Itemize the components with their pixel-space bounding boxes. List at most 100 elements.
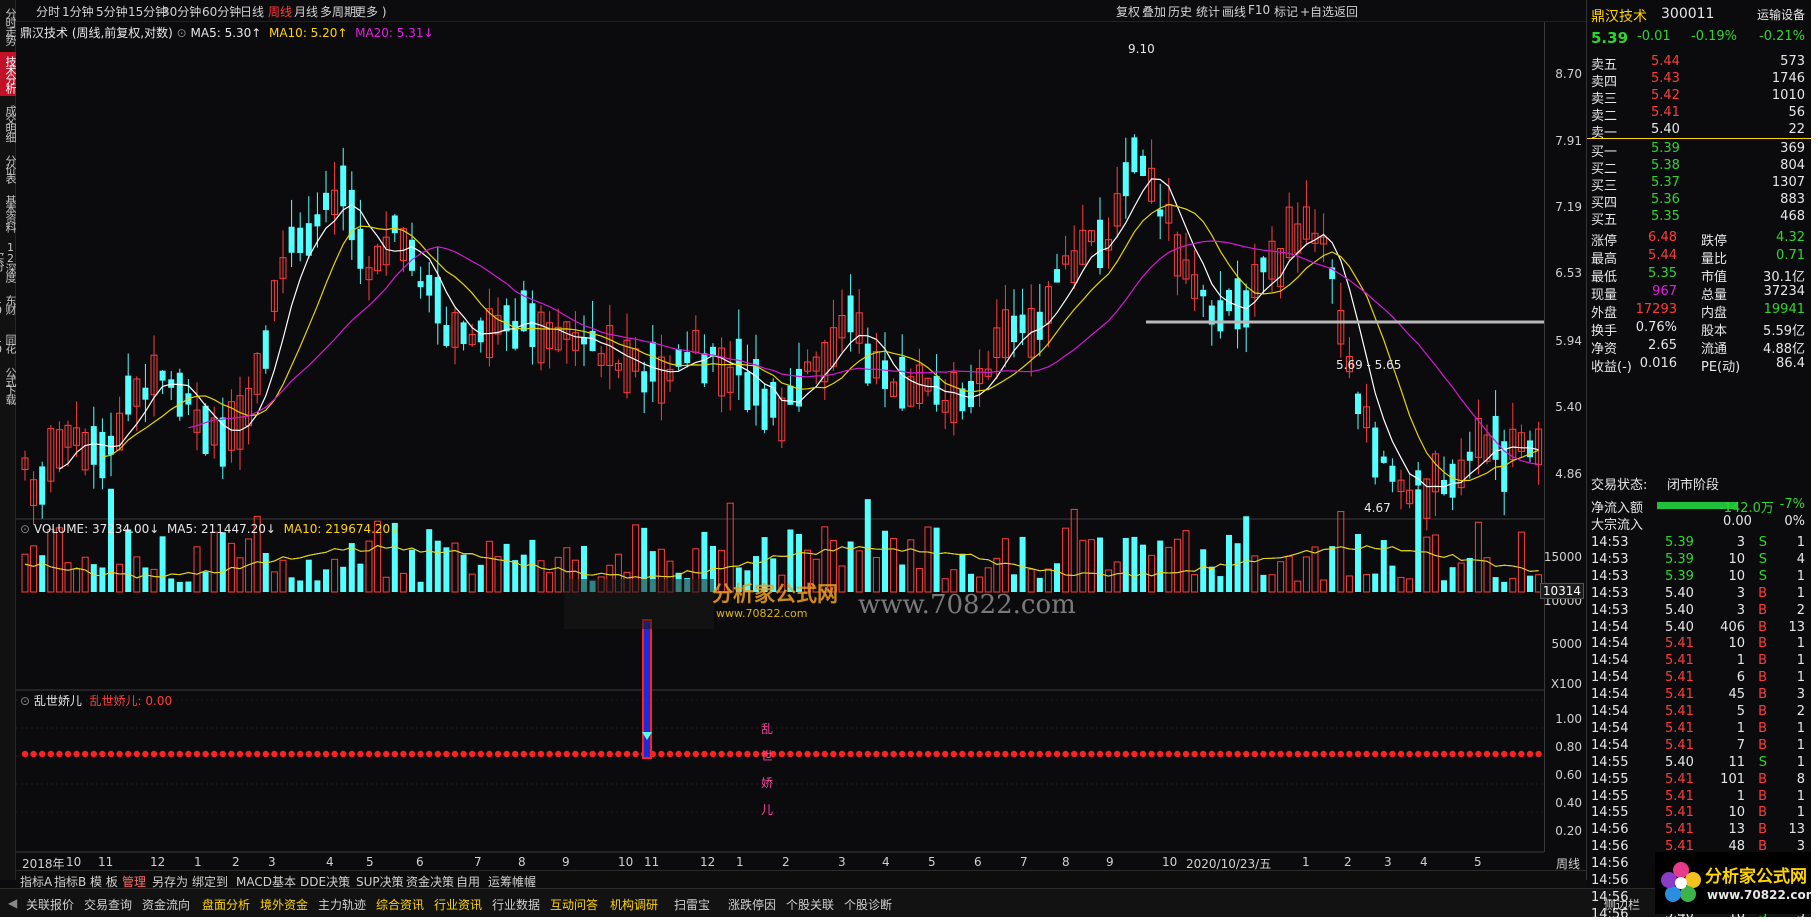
- toolbar-btn-7[interactable]: +自选: [1300, 3, 1334, 20]
- tick-side: B: [1758, 619, 1767, 635]
- toolbar-btn-4[interactable]: 画线: [1222, 3, 1246, 20]
- toolbar-btn-2[interactable]: 历史: [1168, 3, 1192, 20]
- function-btn-13[interactable]: 个股关联: [786, 896, 834, 913]
- function-btn-4[interactable]: 境外资金: [260, 896, 308, 913]
- settings-dot-icon[interactable]: ⊙: [177, 26, 191, 40]
- indicator-dot: [1182, 750, 1190, 758]
- period-tab-5[interactable]: 60分钟: [202, 3, 241, 20]
- volume-bar: [899, 564, 906, 592]
- indicator-dot: [374, 750, 381, 758]
- volume-bar: [1457, 562, 1465, 593]
- indicator-header: ⊙ 乱世娇儿 乱世娇儿: 0.00: [20, 692, 172, 709]
- x-label: 2: [232, 855, 240, 869]
- vtab-5[interactable]: 12深度买分: [0, 240, 17, 282]
- stat-value: 0.016: [1639, 356, 1677, 371]
- volume-tick: 15000: [1543, 550, 1582, 564]
- toolbar-btn-8[interactable]: 返回: [1334, 3, 1358, 20]
- toolbar-btn-1[interactable]: 叠加: [1142, 3, 1166, 20]
- vtab-7[interactable]: 同花10: [0, 326, 17, 360]
- period-tab-4[interactable]: 30分钟: [162, 3, 201, 20]
- vtab-2[interactable]: 成交明细: [0, 100, 17, 146]
- function-btn-7[interactable]: 行业资讯: [434, 896, 482, 913]
- toolbar-btn-5[interactable]: F10: [1248, 3, 1270, 17]
- function-btn-1[interactable]: 交易查询: [84, 896, 132, 913]
- indicator-dot: [331, 750, 338, 758]
- period-tab-10[interactable]: 更多 ): [354, 3, 387, 20]
- period-tab-2[interactable]: 5分钟: [96, 3, 128, 20]
- kline-chart-area[interactable]: [16, 22, 1544, 880]
- candle-body: [417, 281, 424, 288]
- candle-body: [125, 375, 132, 415]
- tick-price: 5.41: [1665, 822, 1694, 838]
- level-price: 5.43: [1651, 71, 1680, 86]
- indicator-dot: [1157, 750, 1164, 758]
- toolbar-btn-0[interactable]: 复权: [1116, 3, 1140, 20]
- trade-status-row: 交易状态: 闭市阶段: [1591, 474, 1805, 493]
- indicator-name: 乱世娇儿: [33, 694, 82, 708]
- industry-link[interactable]: 运输设备: [1757, 6, 1805, 23]
- indicator-dot: [1311, 750, 1319, 758]
- indicator-dot: [125, 750, 132, 758]
- tick-row: 14:53 5.39 10 S 1: [1591, 569, 1805, 586]
- volume-bar: [1105, 569, 1113, 593]
- period-tab-7[interactable]: 周线: [268, 3, 292, 20]
- stat-value: 5.35: [1648, 266, 1677, 281]
- volume-bar: [219, 532, 226, 592]
- function-btn-14[interactable]: 个股诊断: [844, 896, 892, 913]
- volume-bar: [1054, 563, 1060, 592]
- indicator-dot: [271, 750, 278, 758]
- function-btn-12[interactable]: 涨跌停因: [728, 896, 776, 913]
- period-tab-9[interactable]: 多周期: [320, 3, 356, 20]
- indicator-dot: [1062, 750, 1069, 758]
- toolbar-btn-3[interactable]: 统计: [1196, 3, 1220, 20]
- price-tick: 7.91: [1555, 134, 1582, 148]
- function-btn-3[interactable]: 盘面分析: [202, 896, 250, 913]
- volume-bar: [1294, 580, 1302, 593]
- function-btn-10[interactable]: 机构调研: [610, 896, 658, 913]
- indicator-dot: [1131, 750, 1138, 758]
- vol-ma5-label: MA5: 211447.20↓: [166, 522, 276, 536]
- function-btn-0[interactable]: 关联报价: [26, 896, 74, 913]
- volume-bar: [1268, 574, 1276, 593]
- period-tab-8[interactable]: 月线: [294, 3, 318, 20]
- function-btn-8[interactable]: 行业数据: [492, 896, 540, 913]
- volume-bar: [1285, 555, 1293, 593]
- function-btn-9[interactable]: 互动问答: [550, 896, 598, 913]
- vtab-0[interactable]: 分时走势: [0, 4, 17, 48]
- indicator-dot: [82, 750, 89, 758]
- vtab-8[interactable]: 公式下载: [0, 364, 17, 406]
- period-tab-1[interactable]: 1分钟: [62, 3, 94, 20]
- period-tab-6[interactable]: 日线: [240, 3, 264, 20]
- indicator-dot: [589, 750, 596, 758]
- tick-count: 1: [1796, 720, 1805, 736]
- tick-volume: 11: [1728, 754, 1745, 770]
- candle-body: [1097, 219, 1103, 269]
- volume-bar: [409, 549, 415, 592]
- function-btn-6[interactable]: 综合资讯: [376, 896, 424, 913]
- tick-price: 5.41: [1665, 737, 1694, 753]
- settings-dot-icon[interactable]: ⊙: [20, 522, 34, 536]
- chart-title: 鼎汉技术 (周线,前复权,对数): [20, 26, 173, 40]
- volume-bar: [382, 576, 390, 593]
- indicator-dot: [357, 750, 364, 758]
- function-btn-11[interactable]: 扫雷宝: [674, 896, 710, 913]
- x-label: 8: [1062, 855, 1070, 869]
- price-tick: 8.70: [1555, 67, 1582, 81]
- function-btn-2[interactable]: 资金流向: [142, 896, 190, 913]
- block-row: 大宗流入 0.00 0%: [1591, 514, 1805, 533]
- indicator-dot: [1079, 750, 1087, 758]
- quote-panel: 鼎汉技术 300011 运输设备 5.39 -0.01 -0.19% -0.21…: [1586, 0, 1811, 917]
- toolbar-btn-6[interactable]: 标记: [1274, 3, 1298, 20]
- volume-bar: [262, 552, 269, 592]
- settings-dot-icon[interactable]: ⊙: [20, 694, 34, 708]
- vtab-1[interactable]: 技术分析: [0, 52, 17, 96]
- trading-window: 分时走势技术分析成交明细分价表基本资料 12深度买分东财10 同花10 公式下载 分时…: [0, 0, 1811, 917]
- function-btn-5[interactable]: 主力轨迹: [318, 896, 366, 913]
- vtab-4[interactable]: 基本资料: [0, 190, 17, 236]
- vtab-6[interactable]: 东财10: [0, 286, 17, 322]
- scroll-left-icon[interactable]: ◀: [8, 896, 17, 910]
- period-tab-0[interactable]: 分时: [36, 3, 60, 20]
- candle-body: [1260, 257, 1267, 273]
- vtab-3[interactable]: 分价表: [0, 150, 17, 186]
- price-tick: 5.94: [1555, 334, 1582, 348]
